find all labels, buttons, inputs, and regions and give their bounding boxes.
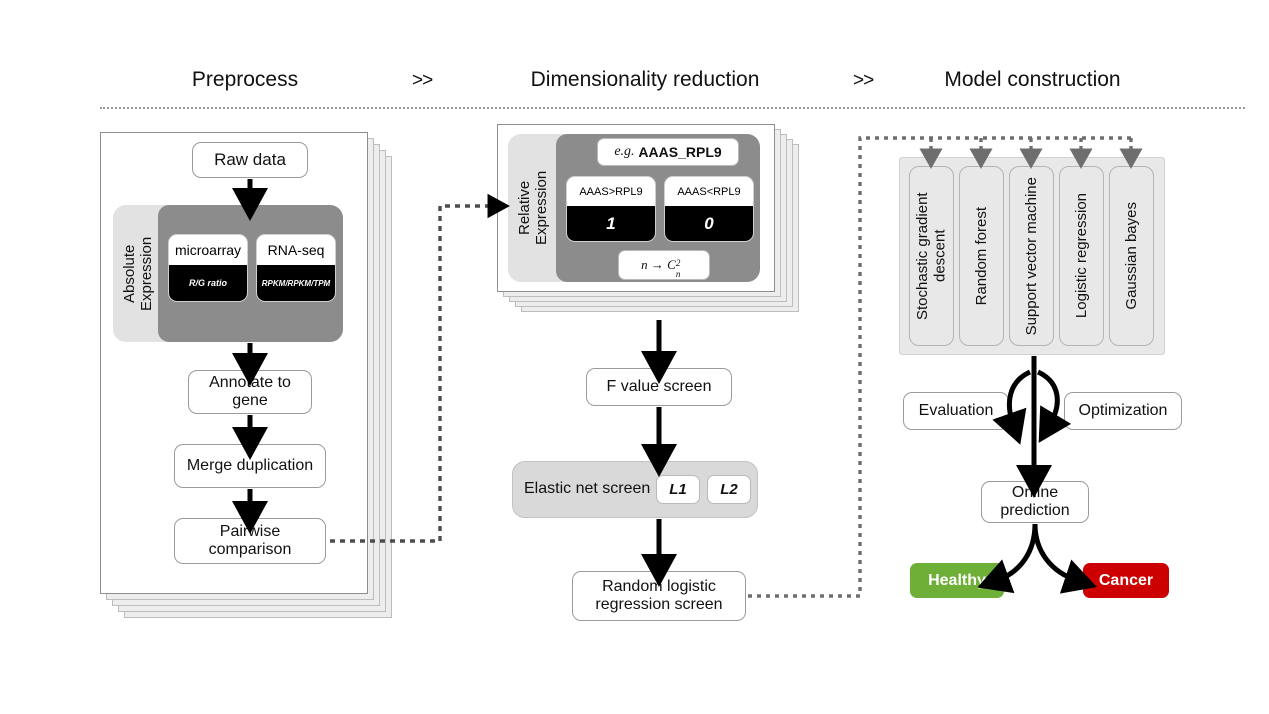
arrow-loop-evaluation xyxy=(992,369,1032,445)
connector-dimensionality-to-model xyxy=(748,136,1131,598)
diagram-canvas: Preprocess >> Dimensionality reduction >… xyxy=(0,0,1269,714)
connector-preprocess-to-dimensionality xyxy=(330,193,510,543)
arrow-prediction-to-healthy xyxy=(977,523,1038,594)
arrow-prediction-to-cancer xyxy=(1032,523,1097,594)
arrow-loop-optimization xyxy=(1036,369,1072,443)
connector-layer xyxy=(232,136,1143,598)
